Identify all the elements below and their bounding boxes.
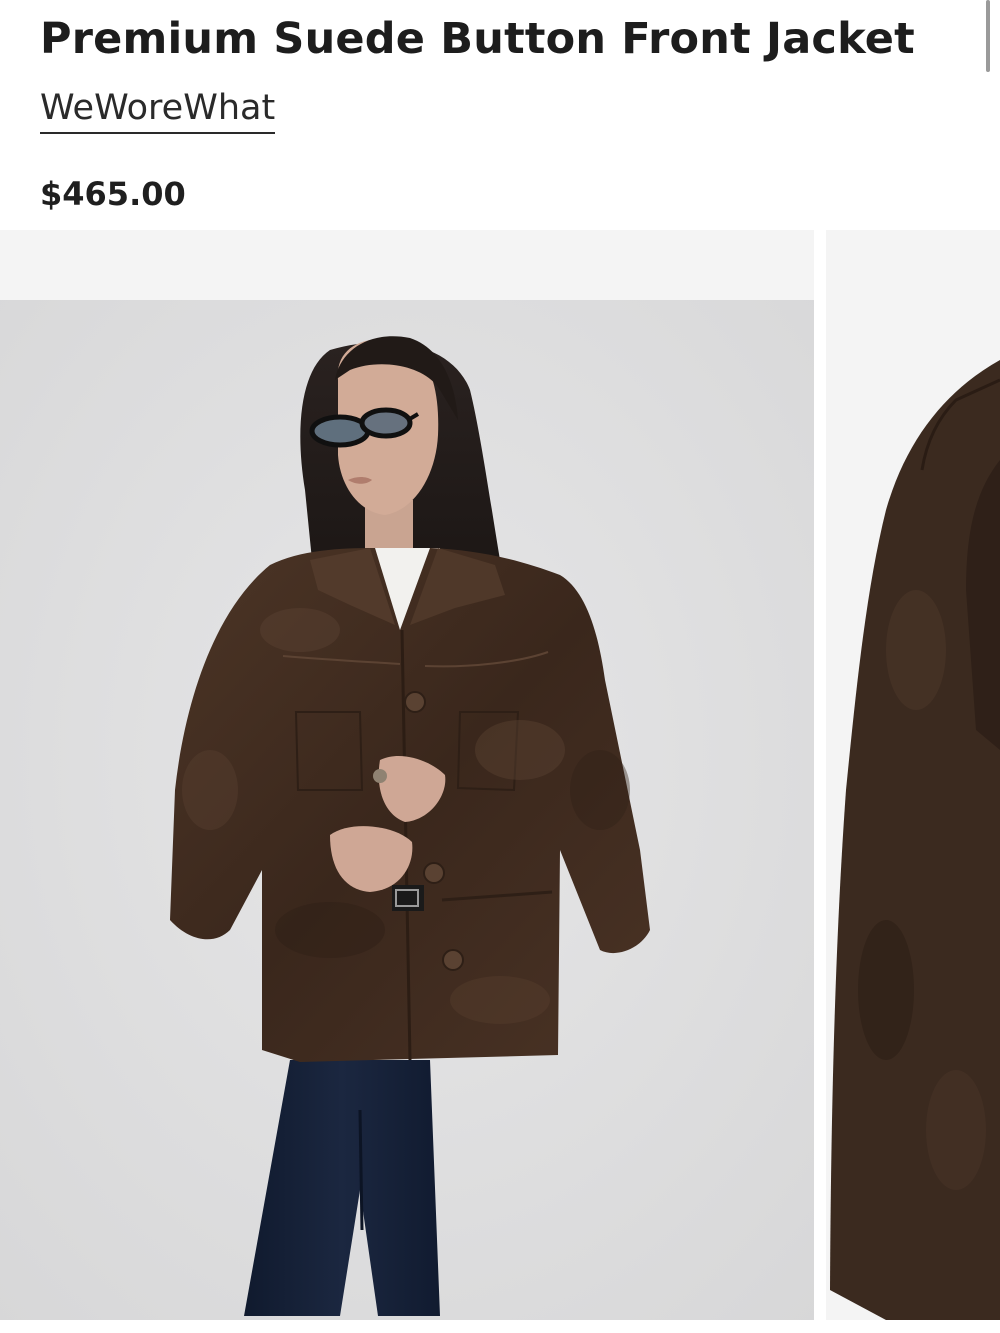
image-gallery[interactable]: [0, 230, 1000, 1320]
product-price: $465.00: [40, 175, 186, 213]
product-image-next[interactable]: [826, 230, 1000, 1320]
product-page: Premium Suede Button Front Jacket WeWore…: [0, 0, 1000, 1333]
scrollbar[interactable]: [986, 0, 990, 72]
product-title: Premium Suede Button Front Jacket: [40, 14, 915, 64]
brand-link[interactable]: WeWoreWhat: [40, 86, 276, 134]
product-image-main[interactable]: [0, 230, 814, 1320]
jacket-closeup-photo: [826, 230, 1000, 1320]
bottom-edge: [0, 1320, 1000, 1333]
model-photo: [0, 230, 814, 1320]
